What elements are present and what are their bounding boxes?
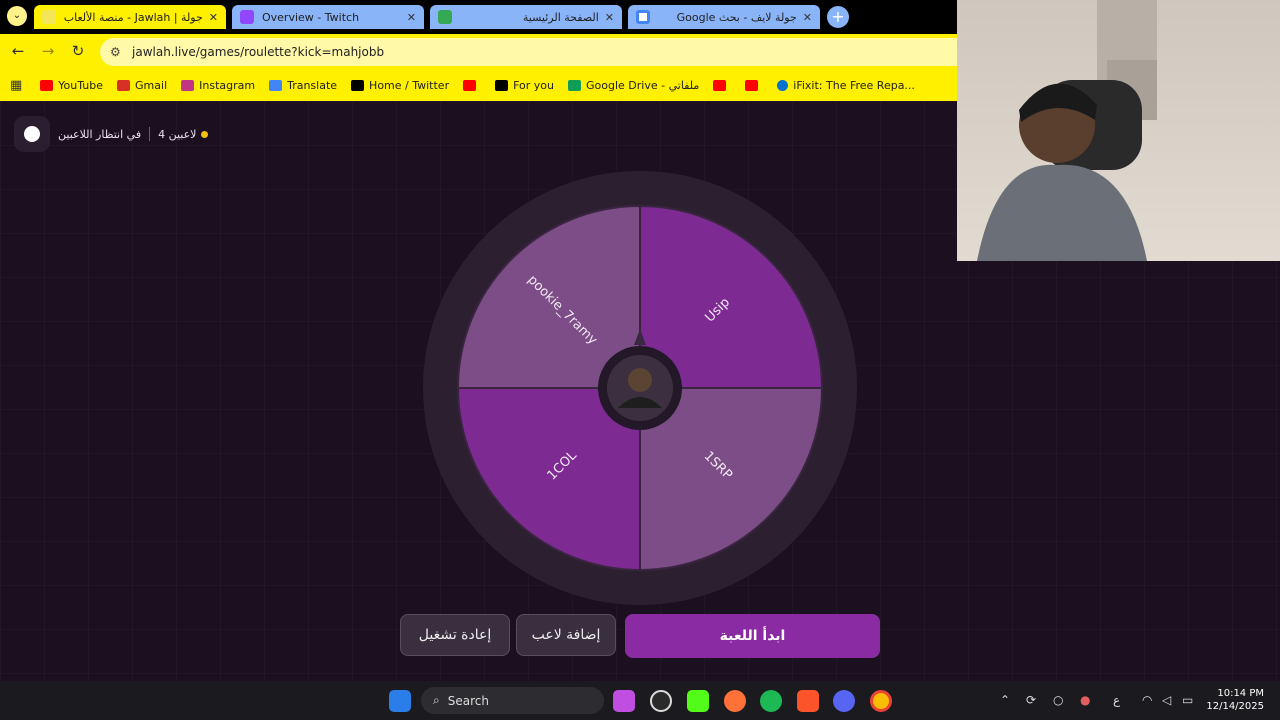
waiting-text: في انتظار اللاعبين — [58, 127, 142, 141]
translate-icon — [269, 80, 283, 91]
tray-app-icon[interactable]: ○ — [1053, 693, 1063, 707]
reload-icon[interactable]: ↻ — [68, 42, 88, 60]
instagram-icon — [181, 80, 195, 91]
forward-arrow-icon[interactable]: → — [38, 42, 58, 60]
tab-google-search[interactable]: جولة لايف - بحث Google ✕ — [628, 5, 820, 29]
jawlah-logo[interactable] — [14, 116, 50, 152]
bookmark-label: Instagram — [199, 79, 256, 92]
tab-twitch[interactable]: Overview - Twitch ✕ — [232, 5, 424, 29]
browser-tab-bar: ⌄ جولة | Jawlah - منصة الألعاب الت ✕ Ove… — [0, 0, 957, 34]
microphone-icon[interactable]: ● — [1080, 693, 1090, 707]
spotify-icon[interactable] — [760, 690, 782, 712]
ifixit-icon — [777, 80, 789, 91]
classroom-icon — [438, 10, 452, 24]
x-icon — [495, 80, 509, 91]
bookmark-youtube-3[interactable] — [713, 80, 731, 91]
bookmark-label: Home / Twitter — [369, 79, 450, 92]
new-tab-button[interactable]: + — [827, 6, 849, 28]
close-icon[interactable]: ✕ — [209, 11, 218, 24]
tab-search-chevron-icon[interactable]: ⌄ — [7, 6, 27, 26]
divider — [149, 127, 151, 141]
bookmark-label: Gmail — [135, 79, 168, 92]
wifi-icon[interactable]: ◠ — [1142, 693, 1152, 707]
roulette-wheel[interactable]: Usip 1SRP 1COL pookie_7ramy — [422, 170, 858, 606]
obs-icon[interactable] — [650, 690, 672, 712]
lobby-status: في انتظار اللاعبين 4 لاعبين — [14, 116, 209, 152]
tab-title: جولة | Jawlah - منصة الألعاب الت — [64, 10, 203, 24]
start-menu-icon[interactable] — [389, 690, 411, 712]
bookmark-label: For you — [513, 79, 555, 92]
twitch-icon — [240, 10, 254, 24]
system-clock[interactable]: 10:14 PM 12/14/2025 — [1206, 687, 1264, 713]
windows-taskbar: ⌕ Search ⌃ ⟳ ○ ● ع ◠ ◁ ▭ 10:14 PM 12/14/… — [0, 681, 1280, 720]
brave-icon[interactable] — [797, 690, 819, 712]
youtube-icon — [463, 80, 477, 91]
volume-icon[interactable]: ◁ — [1162, 693, 1171, 707]
bookmark-label: YouTube — [58, 79, 104, 92]
bookmark-youtube-2[interactable] — [463, 80, 481, 91]
taskbar-search[interactable]: ⌕ Search — [421, 687, 604, 714]
google-icon — [636, 10, 650, 24]
tab-title: Overview - Twitch — [262, 10, 360, 24]
close-icon[interactable]: ✕ — [803, 11, 812, 24]
bookmark-youtube[interactable]: YouTube — [40, 79, 103, 92]
bookmark-label: iFixit: The Free Repa... — [793, 79, 915, 92]
input-language[interactable]: ع — [1113, 693, 1120, 707]
add-player-button[interactable]: إضافة لاعب — [516, 614, 616, 656]
browser-toolbar: ← → ↻ ⚙ jawlah.live/games/roulette?kick=… — [0, 34, 957, 70]
tab-title: جولة لايف - بحث Google — [676, 10, 797, 24]
start-game-button[interactable]: ابدأ اللعبة — [625, 614, 880, 658]
google-drive-icon — [568, 80, 582, 91]
site-info-icon[interactable]: ⚙ — [110, 45, 124, 59]
players-count: 4 لاعبين — [158, 127, 197, 141]
webcam-overlay — [957, 0, 1280, 261]
address-bar[interactable]: ⚙ jawlah.live/games/roulette?kick=mahjob… — [100, 38, 957, 66]
bookmark-for-you[interactable]: For you — [495, 79, 554, 92]
search-label: Search — [447, 693, 489, 708]
sync-icon[interactable]: ⟳ — [1026, 693, 1036, 707]
apps-grid-icon[interactable]: ▦ — [10, 78, 22, 93]
youtube-icon — [40, 80, 54, 91]
search-icon: ⌕ — [433, 693, 440, 707]
kick-icon[interactable] — [687, 690, 709, 712]
discord-icon[interactable] — [833, 690, 855, 712]
youtube-icon — [713, 80, 727, 91]
bookmark-label: Translate — [287, 79, 338, 92]
chrome-icon[interactable] — [870, 690, 892, 712]
tab-title: الصفحة الرئيسية — [522, 10, 599, 24]
status-dot-icon — [201, 130, 209, 138]
bookmark-youtube-4[interactable] — [745, 80, 763, 91]
clock-date: 12/14/2025 — [1206, 701, 1264, 712]
back-arrow-icon[interactable]: ← — [8, 42, 28, 60]
copilot-icon[interactable] — [613, 690, 635, 712]
firefox-icon[interactable] — [724, 690, 746, 712]
close-icon[interactable]: ✕ — [605, 11, 614, 24]
restart-button[interactable]: إعادة تشغيل — [400, 614, 510, 656]
webcam-feed — [977, 0, 1157, 261]
avatar-head — [628, 368, 652, 392]
tab-home[interactable]: الصفحة الرئيسية ✕ — [430, 5, 622, 29]
bookmark-label: Google Drive - ملفاتي — [586, 79, 700, 92]
gmail-icon — [117, 80, 131, 91]
close-icon[interactable]: ✕ — [407, 11, 416, 24]
battery-icon[interactable]: ▭ — [1182, 693, 1193, 707]
jawlah-icon — [42, 10, 56, 24]
bookmarks-bar: ▦ YouTube Gmail Instagram Translate Home… — [0, 70, 957, 101]
x-icon — [351, 80, 365, 91]
bookmark-translate[interactable]: Translate — [269, 79, 337, 92]
tray-chevron-up-icon[interactable]: ⌃ — [1000, 693, 1010, 707]
url-text: jawlah.live/games/roulette?kick=mahjobb — [132, 45, 385, 59]
bookmark-gmail[interactable]: Gmail — [117, 79, 167, 92]
youtube-icon — [745, 80, 759, 91]
bookmark-ifixit[interactable]: iFixit: The Free Repa... — [777, 79, 915, 92]
bookmark-instagram[interactable]: Instagram — [181, 79, 255, 92]
clock-time: 10:14 PM — [1217, 688, 1264, 699]
wheel-svg: Usip1SRP1COLpookie_7ramy — [423, 171, 857, 605]
bookmark-twitter[interactable]: Home / Twitter — [351, 79, 449, 92]
bookmark-google-drive[interactable]: Google Drive - ملفاتي — [568, 79, 699, 92]
tab-jawlah[interactable]: جولة | Jawlah - منصة الألعاب الت ✕ — [34, 5, 226, 29]
